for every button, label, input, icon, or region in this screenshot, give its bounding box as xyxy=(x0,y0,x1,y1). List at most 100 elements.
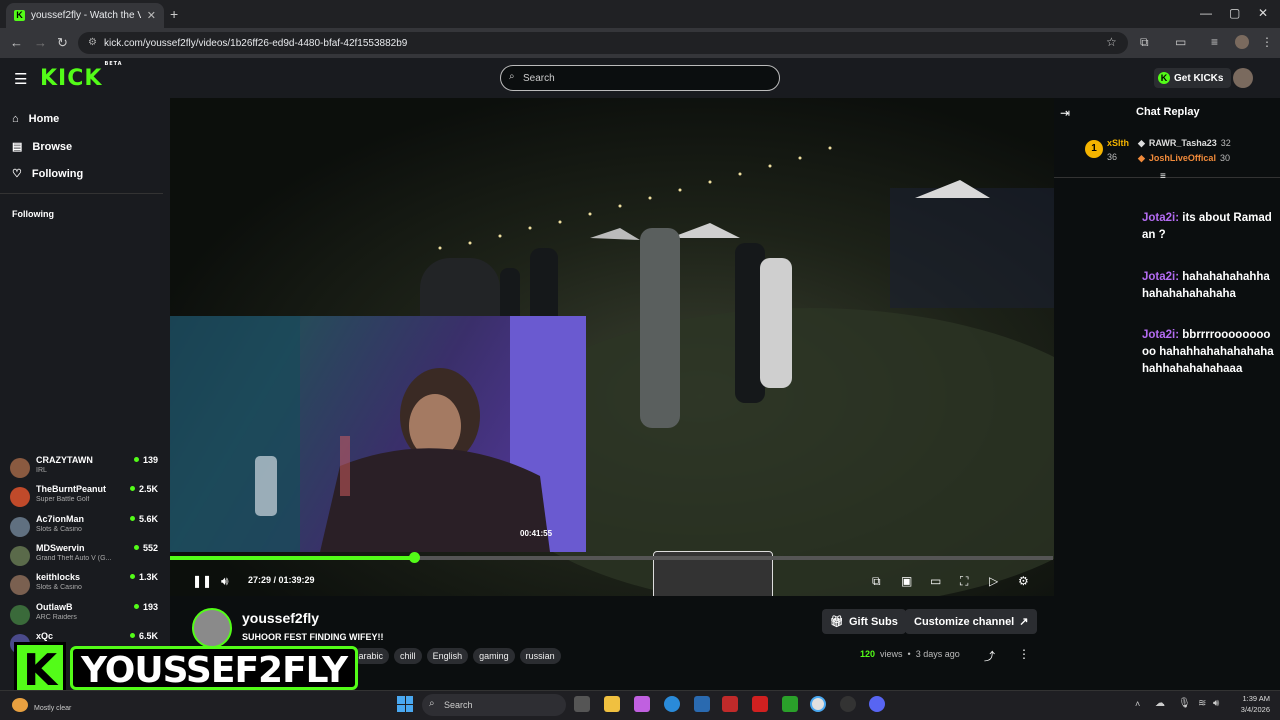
pause-button[interactable]: ❚❚ xyxy=(192,574,212,588)
copilot-icon[interactable] xyxy=(634,696,650,712)
maximize-button[interactable]: ▢ xyxy=(1229,6,1240,20)
clock-date: 3/4/2026 xyxy=(1240,705,1270,714)
theater-mode-icon[interactable]: ▭ xyxy=(930,574,941,588)
sidebar-item-browse[interactable]: ▤ Browse xyxy=(12,140,72,154)
reload-icon[interactable]: ↻ xyxy=(57,35,68,51)
get-kicks-label: Get KICKs xyxy=(1174,72,1224,84)
playback-timecode: 27:29 / 01:39:29 xyxy=(248,575,315,585)
sidebar-item-following[interactable]: ♡ Following xyxy=(12,167,83,181)
stream-tag[interactable]: English xyxy=(426,648,469,664)
seek-handle[interactable] xyxy=(408,552,420,563)
task-view-icon[interactable] xyxy=(574,696,590,712)
chat-username[interactable]: Jota2i: xyxy=(1142,271,1179,283)
reading-list-icon[interactable]: ≡ xyxy=(1211,35,1218,49)
following-channel-row[interactable]: TheBurntPeanut Super Battle Golf 2.5K xyxy=(10,484,165,513)
minimize-button[interactable]: — xyxy=(1200,6,1212,20)
badge-icon: ◆ xyxy=(1138,153,1145,163)
url-bar[interactable]: ⚙ kick.com/youssef2fly/videos/1b26ff26-e… xyxy=(78,32,1128,54)
channel-category: Slots & Casino xyxy=(36,525,82,533)
channel-avatar xyxy=(10,487,30,508)
channel-name[interactable]: youssef2fly xyxy=(242,610,319,626)
stream-tag[interactable]: russian xyxy=(519,648,561,664)
xbox-icon[interactable] xyxy=(782,696,798,712)
search-input[interactable]: ⌕ Search xyxy=(500,65,780,91)
viewer-count: 6.5K xyxy=(130,631,158,641)
edge-icon[interactable] xyxy=(664,696,680,712)
chat-username[interactable]: Jota2i: xyxy=(1142,212,1179,224)
close-tab-icon[interactable]: ✕ xyxy=(147,9,156,22)
user-avatar[interactable] xyxy=(1233,68,1253,88)
browser-tab[interactable]: K youssef2fly - Watch the VO ✕ xyxy=(6,3,164,28)
channel-category: IRL xyxy=(36,467,47,474)
forward-icon[interactable]: → xyxy=(34,35,47,50)
cast-icon[interactable]: ▭ xyxy=(1175,35,1186,49)
following-channel-row[interactable]: Ac7ionMan Slots & Casino 5.6K xyxy=(10,514,165,543)
following-channel-row[interactable]: OutlawB ARC Raiders 193 xyxy=(10,602,165,631)
taskbar-search-label: Search xyxy=(444,700,473,710)
video-stats: 120 views • 3 days ago xyxy=(860,649,960,659)
pip-icon[interactable]: ▣ xyxy=(901,574,912,588)
taskbar-clock[interactable]: 1:39 AM 3/4/2026 xyxy=(1228,693,1270,715)
stream-tag[interactable]: gaming xyxy=(473,648,515,664)
extensions-icon[interactable]: ⧉ xyxy=(1140,35,1149,50)
get-kicks-button[interactable]: K Get KICKs xyxy=(1154,68,1232,88)
following-channel-row[interactable]: MDSwervin Grand Theft Auto V (G... 552 xyxy=(10,543,165,572)
collapse-chat-icon[interactable]: ⇥ xyxy=(1060,106,1070,120)
menu-icon[interactable]: ☰ xyxy=(14,70,27,88)
discord-icon[interactable] xyxy=(869,696,885,712)
leader-third-count: 30 xyxy=(1219,153,1230,163)
obs-icon[interactable] xyxy=(840,696,856,712)
leader-second-count: 32 xyxy=(1220,138,1231,148)
browser-menu-icon[interactable]: ⋮ xyxy=(1261,35,1273,49)
following-channel-row[interactable]: CRAZYTAWN IRL 139 xyxy=(10,455,165,484)
close-window-button[interactable]: ✕ xyxy=(1258,6,1268,20)
leader-second[interactable]: ◆ RAWR_Tasha23 32 xyxy=(1138,138,1231,149)
playback-speed-icon[interactable]: ▷ xyxy=(989,574,998,588)
file-explorer-icon[interactable] xyxy=(604,696,620,712)
antivirus-icon[interactable] xyxy=(722,696,738,712)
clip-icon[interactable]: ⧉ xyxy=(872,574,881,589)
leader-top-name[interactable]: xSlth xyxy=(1107,138,1129,148)
stream-tag[interactable]: chill xyxy=(394,648,422,664)
mic-icon[interactable]: 🎙︎ xyxy=(1178,698,1191,709)
dot-separator: • xyxy=(907,649,911,659)
channel-avatar xyxy=(10,516,30,537)
volume-icon[interactable]: 🔊︎ xyxy=(221,574,229,589)
taskbar-search[interactable]: ⌕ Search xyxy=(422,694,566,716)
settings-gear-icon[interactable]: ⚙ xyxy=(1018,574,1029,588)
volume-tray-icon[interactable]: 🔊︎ xyxy=(1213,698,1219,709)
sidebar-item-home[interactable]: ⌂ Home xyxy=(12,113,59,125)
share-icon[interactable]: ⤴ xyxy=(984,648,995,664)
expand-leaderboard-icon[interactable]: ≡ xyxy=(1160,171,1166,182)
weather-text[interactable]: Mostly clear xyxy=(34,705,71,712)
more-options-icon[interactable]: ⋮ xyxy=(1018,647,1030,661)
video-age: 3 days ago xyxy=(915,649,960,659)
chat-message: Jota2i: hahahahahahhahahahahahahaha xyxy=(1142,269,1274,303)
windows-start-icon[interactable] xyxy=(397,696,413,712)
kick-logo[interactable]: KICKBETA xyxy=(40,61,123,91)
wifi-icon[interactable]: ≋ xyxy=(1198,698,1206,709)
app-l-icon[interactable] xyxy=(752,696,768,712)
fullscreen-icon[interactable]: ⛶ xyxy=(960,574,968,589)
following-channel-row[interactable]: keithlocks Slots & Casino 1.3K xyxy=(10,572,165,601)
clock-time: 1:39 AM xyxy=(1242,694,1270,703)
network-icon[interactable]: ☁ xyxy=(1155,698,1165,709)
store-icon[interactable] xyxy=(694,696,710,712)
customize-channel-button[interactable]: Customize channel ↗ xyxy=(905,609,1038,634)
chat-username[interactable]: Jota2i: xyxy=(1142,329,1179,341)
new-tab-button[interactable]: + xyxy=(170,6,178,22)
brand-name: YOUSSEF2FLY xyxy=(70,646,359,691)
browser-tab-bar xyxy=(0,0,1280,28)
leader-third[interactable]: ◆ JoshLiveOffical 30 xyxy=(1138,153,1230,164)
video-player[interactable] xyxy=(170,98,1054,619)
chrome-icon[interactable] xyxy=(810,696,826,712)
tray-chevron-icon[interactable]: ˄ xyxy=(1135,699,1140,709)
chat-message: Jota2i: bbrrrroooooooooo hahahhahahahaha… xyxy=(1142,327,1274,378)
back-icon[interactable]: ← xyxy=(10,35,23,50)
profile-avatar[interactable] xyxy=(1235,35,1249,49)
site-info-icon[interactable]: ⚙ xyxy=(88,37,97,48)
weather-icon[interactable] xyxy=(12,698,28,712)
gift-subs-button[interactable]: 🎁︎ Gift Subs xyxy=(822,609,906,634)
views-label: views xyxy=(880,649,903,659)
bookmark-star-icon[interactable]: ☆ xyxy=(1106,35,1117,49)
